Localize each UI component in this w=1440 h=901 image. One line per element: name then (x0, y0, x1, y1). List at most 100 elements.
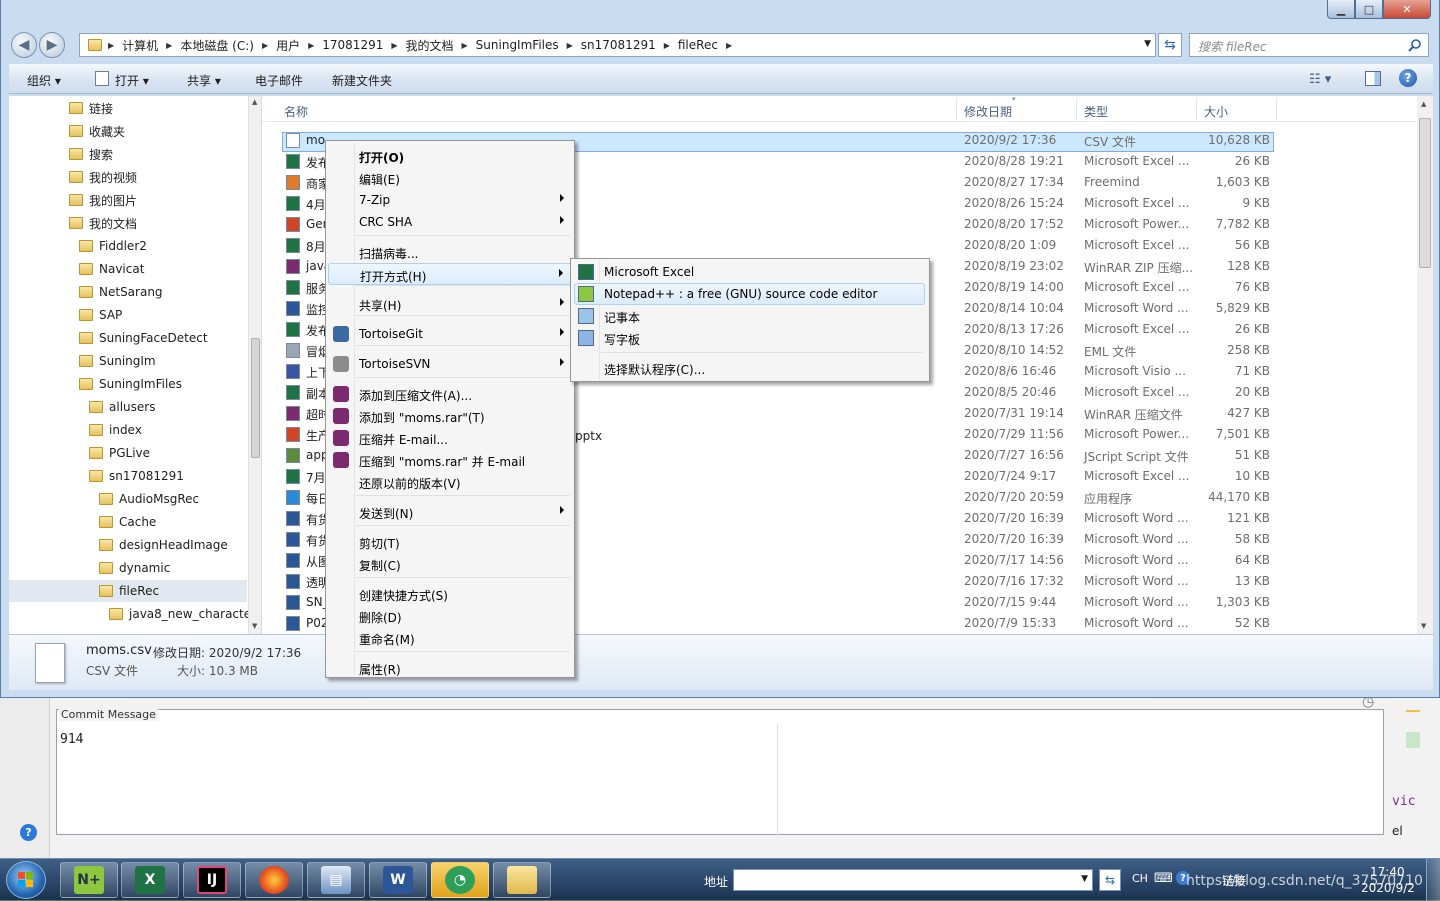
breadcrumb-item[interactable]: sn17081291 (575, 38, 662, 52)
nav-tree-item[interactable]: 我的文档 (69, 213, 137, 233)
input-language-indicator[interactable]: CH (1132, 872, 1148, 885)
nav-tree-item[interactable]: designHeadImage (99, 535, 228, 555)
email-button[interactable]: 电子邮件 (255, 72, 303, 89)
context-menu-item[interactable]: 扫描病毒... (328, 241, 572, 263)
maximize-button[interactable]: □ (1355, 0, 1383, 19)
scroll-down-icon[interactable]: ▼ (1421, 622, 1426, 630)
breadcrumb-item[interactable]: 用户 (270, 37, 306, 54)
context-menu-item[interactable]: 删除(D) (328, 605, 572, 627)
nav-tree-item[interactable]: SuningImFiles (79, 374, 182, 394)
breadcrumb-item[interactable]: fileRec (672, 38, 724, 52)
file-scrollbar[interactable]: ▲ ▼ (1417, 96, 1433, 634)
organize-button[interactable]: 组织 ▾ (27, 72, 61, 89)
nav-tree-item[interactable]: 我的视频 (69, 167, 137, 187)
nav-tree-item[interactable]: Cache (99, 512, 156, 532)
search-box[interactable]: 搜索 fileRec (1189, 33, 1429, 57)
nav-tree-item[interactable]: 收藏夹 (69, 121, 125, 141)
context-menu-item[interactable]: TortoiseSVN (328, 353, 572, 375)
chevron-right-icon[interactable]: ▶ (260, 41, 270, 50)
address-dropdown-icon[interactable]: ▼ (1144, 39, 1151, 49)
column-divider[interactable] (1276, 98, 1277, 120)
breadcrumb-item[interactable]: 计算机 (116, 37, 164, 54)
context-menu-item[interactable]: 还原以前的版本(V) (328, 471, 572, 493)
context-menu-item[interactable]: 发送到(N) (328, 501, 572, 523)
nav-scroll-thumb[interactable] (251, 338, 260, 458)
context-menu-item[interactable]: 复制(C) (328, 553, 572, 575)
context-menu-item[interactable]: 重命名(M) (328, 627, 572, 649)
scroll-up-icon[interactable]: ▲ (252, 98, 257, 106)
context-menu-item[interactable]: 添加到 "moms.rar"(T) (328, 405, 572, 427)
column-divider[interactable] (1196, 98, 1197, 120)
refresh-button[interactable]: ⇆ (1158, 33, 1182, 57)
chevron-right-icon[interactable]: ▶ (565, 41, 575, 50)
column-name[interactable]: 名称 (284, 103, 308, 120)
search-input[interactable]: 搜索 fileRec (1198, 38, 1267, 55)
context-menu-item[interactable]: 打开方式(H) (328, 263, 572, 285)
nav-tree-item[interactable]: Fiddler2 (79, 236, 147, 256)
column-size[interactable]: 大小 (1204, 103, 1228, 120)
view-options-icon[interactable]: ☷ ▾ (1309, 72, 1331, 87)
commit-message-box[interactable]: Commit Message 914 (56, 708, 1384, 836)
taskbar-app-excel[interactable]: X (121, 862, 179, 898)
context-menu-item[interactable]: 剪切(T) (328, 531, 572, 553)
nav-tree-item[interactable]: NetSarang (79, 282, 163, 302)
chevron-right-icon[interactable]: ▶ (164, 41, 174, 50)
forward-button[interactable]: ▶ (39, 32, 65, 58)
column-date[interactable]: 修改日期 (964, 103, 1012, 120)
nav-tree-item[interactable]: dynamic (99, 558, 170, 578)
nav-tree-item[interactable]: index (89, 420, 142, 440)
context-menu-item[interactable]: 打开(O) (328, 145, 572, 167)
chevron-right-icon[interactable]: ▶ (460, 41, 470, 50)
nav-tree-item[interactable]: SuningFaceDetect (79, 328, 208, 348)
nav-tree-item[interactable]: Navicat (79, 259, 144, 279)
scroll-up-icon[interactable]: ▲ (1421, 100, 1426, 108)
chevron-right-icon[interactable]: ▶ (389, 41, 399, 50)
breadcrumb-item[interactable]: 我的文档 (400, 37, 460, 54)
open-button[interactable]: 打开 ▾ (115, 72, 149, 89)
dropdown-arrow-icon[interactable]: ▼ (1081, 874, 1088, 884)
keyboard-icon[interactable]: ⌨ (1154, 871, 1173, 886)
clock-date[interactable]: 2020/9/2 (1361, 881, 1415, 895)
start-button[interactable] (6, 861, 46, 899)
go-button[interactable]: ⇆ (1099, 869, 1121, 891)
search-icon[interactable] (1408, 38, 1422, 52)
chevron-right-icon[interactable]: ▶ (724, 41, 734, 50)
nav-tree-item[interactable]: SAP (79, 305, 122, 325)
preview-pane-icon[interactable] (1365, 71, 1381, 86)
breadcrumb-item[interactable]: 本地磁盘 (C:) (174, 37, 260, 54)
nav-scrollbar[interactable]: ▲ ▼ (248, 96, 261, 634)
context-menu-item[interactable]: 创建快捷方式(S) (328, 583, 572, 605)
context-menu-item[interactable]: 压缩到 "moms.rar" 并 E-mail (328, 449, 572, 471)
nav-tree-item[interactable]: SuningIm (79, 351, 156, 371)
context-menu-item[interactable]: 共享(H) (328, 293, 572, 315)
close-button[interactable]: ✕ (1383, 0, 1431, 19)
taskbar-app-firefox[interactable] (245, 862, 303, 898)
new-folder-button[interactable]: 新建文件夹 (332, 72, 392, 89)
clock-time[interactable]: 17:40 (1370, 865, 1405, 879)
history-clock-icon[interactable]: ◷ (1362, 694, 1374, 710)
help-circle-icon[interactable]: ? (20, 824, 37, 841)
context-menu-item[interactable]: 7-Zip (328, 189, 572, 211)
chevron-right-icon[interactable]: ▶ (306, 41, 316, 50)
share-button[interactable]: 共享 ▾ (187, 72, 221, 89)
commit-message-text[interactable]: 914 (60, 732, 83, 747)
taskbar-app-im[interactable]: ◔ (431, 862, 489, 898)
context-menu-item[interactable]: TortoiseGit (328, 323, 572, 345)
nav-tree-item[interactable]: PGLive (89, 443, 150, 463)
breadcrumb-item[interactable]: SuningImFiles (470, 38, 565, 52)
open-with-item[interactable]: Microsoft Excel (573, 261, 927, 283)
minimize-button[interactable]: ▁ (1327, 0, 1355, 19)
taskbar-app-word[interactable]: W (369, 862, 427, 898)
taskbar-app-notepadpp[interactable]: N+ (60, 862, 118, 898)
column-divider[interactable] (956, 98, 957, 120)
show-desktop-button[interactable] (1426, 859, 1440, 901)
open-with-item[interactable]: 选择默认程序(C)... (573, 357, 927, 379)
back-button[interactable]: ◀ (11, 32, 37, 58)
nav-tree-item[interactable]: 搜索 (69, 144, 113, 164)
taskbar-app-explorer[interactable] (493, 862, 551, 898)
breadcrumb-item[interactable]: 17081291 (316, 38, 389, 52)
column-divider[interactable] (1076, 98, 1077, 120)
open-with-item[interactable]: 写字板 (573, 327, 927, 349)
context-menu-item[interactable]: 压缩并 E-mail... (328, 427, 572, 449)
nav-tree-item[interactable]: 我的图片 (69, 190, 137, 210)
